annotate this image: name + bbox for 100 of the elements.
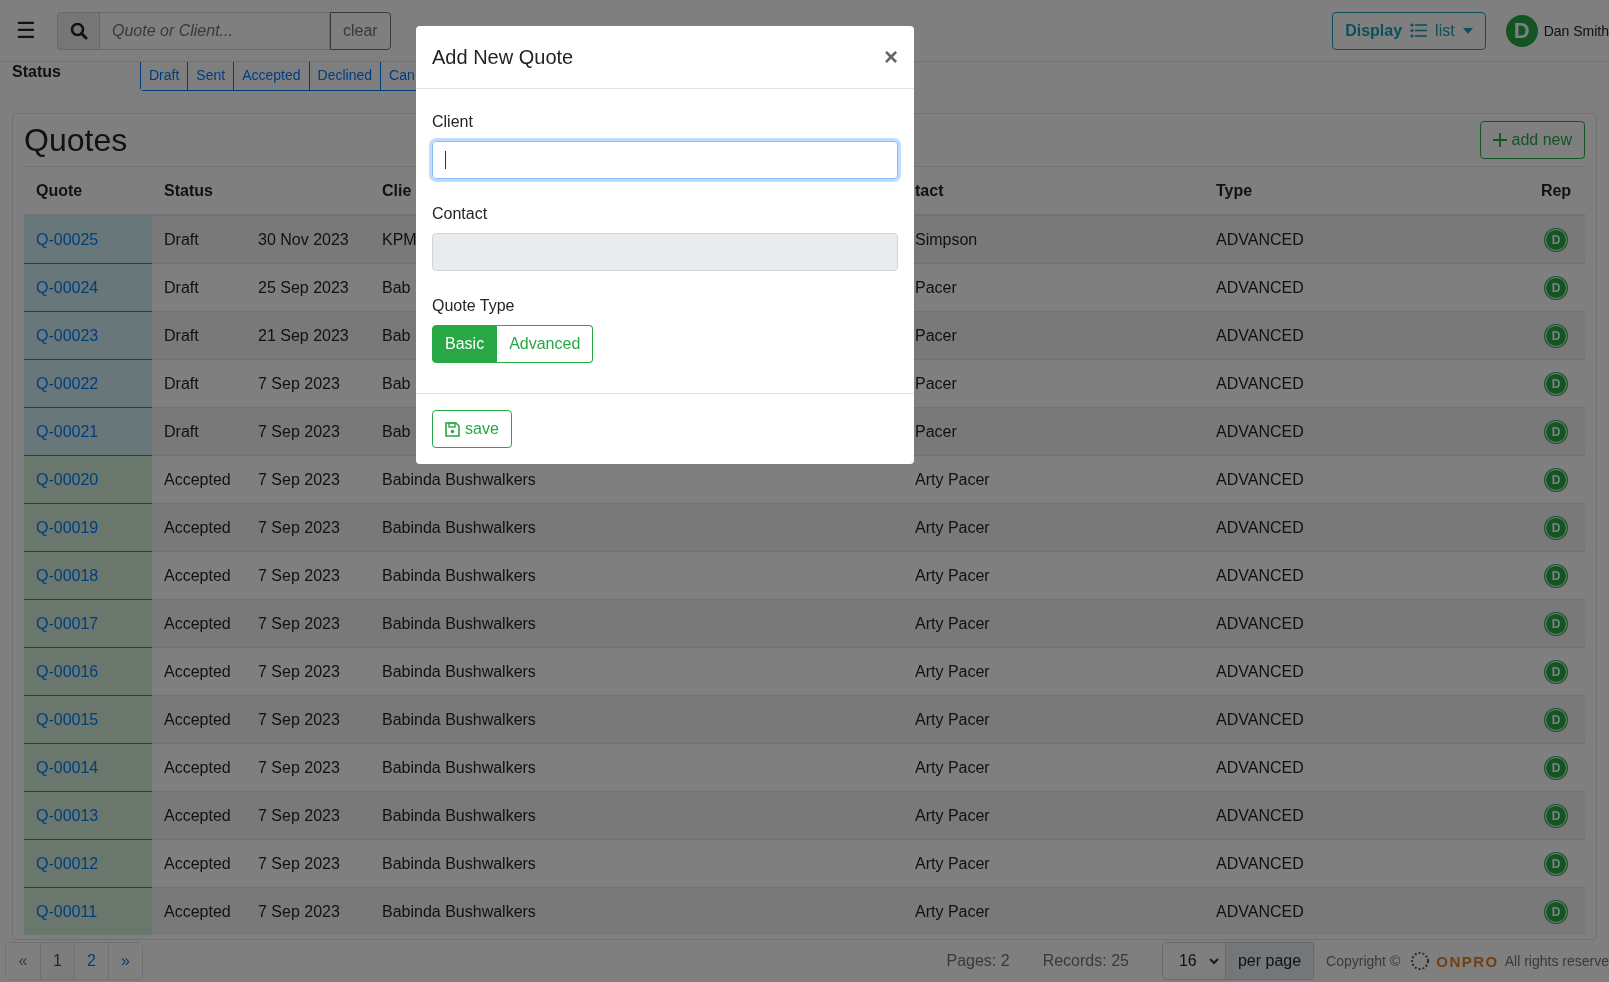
search-icon[interactable] <box>69 21 88 40</box>
table-cell: Simpson <box>915 230 978 248</box>
add-new-button[interactable]: add new <box>1479 121 1585 159</box>
table-cell: ADVANCED <box>1216 902 1304 920</box>
table-cell: Bab <box>382 374 411 392</box>
table-cell: Draft <box>164 422 199 440</box>
quote-link[interactable]: Q-00015 <box>36 710 99 728</box>
table-cell: Arty Pacer <box>915 710 990 728</box>
caret-icon <box>1462 27 1473 34</box>
field-label: Quote Type <box>432 297 515 315</box>
pages-count: Pages: 2 <box>946 952 1010 970</box>
table-cell: ADVANCED <box>1216 806 1304 824</box>
table-cell: Accepted <box>164 758 231 776</box>
column-header: Rep <box>1540 181 1572 199</box>
table-cell: Babinda Bushwalkers <box>382 470 536 488</box>
table-cell: Bab <box>382 326 411 344</box>
table-cell: Pacer <box>915 422 957 440</box>
page-link[interactable]: » <box>108 943 142 979</box>
quote-link[interactable]: Q-00021 <box>36 422 99 440</box>
table-cell: Arty Pacer <box>915 566 990 584</box>
rep-avatar: D <box>1545 276 1567 299</box>
quote-link[interactable]: Q-00018 <box>36 566 99 584</box>
table-cell: Babinda Bushwalkers <box>382 662 536 680</box>
table-cell: Babinda Bushwalkers <box>382 758 536 776</box>
table-cell: Arty Pacer <box>915 518 990 536</box>
table-cell: Accepted <box>164 710 231 728</box>
rep-avatar: D <box>1545 372 1567 395</box>
per-page-label: per page <box>1225 942 1315 980</box>
table-cell: 21 Sep 2023 <box>258 326 349 344</box>
quote-link[interactable]: Q-00016 <box>36 662 99 680</box>
table-cell: 7 Sep 2023 <box>258 902 340 920</box>
close-button[interactable]: × <box>884 43 898 71</box>
brand-name: ONPRO <box>1436 952 1499 970</box>
table-cell: Accepted <box>164 662 231 680</box>
save-button[interactable]: save <box>432 410 512 448</box>
rep-avatar: D <box>1545 804 1567 827</box>
table-cell: Pacer <box>915 278 957 296</box>
quote-link[interactable]: Q-00013 <box>36 806 99 824</box>
quote-link[interactable]: Q-00024 <box>36 278 99 296</box>
quote-link[interactable]: Q-00019 <box>36 518 99 536</box>
spinner-logo-icon <box>1410 951 1431 971</box>
table-cell: 7 Sep 2023 <box>258 374 340 392</box>
rep-avatar: D <box>1545 900 1567 923</box>
column-header: Clie <box>382 181 412 199</box>
table-cell: 7 Sep 2023 <box>258 422 340 440</box>
quote-link[interactable]: Q-00011 <box>36 902 98 920</box>
rep-avatar: D <box>1545 660 1567 683</box>
user-avatar[interactable]: D <box>1505 14 1538 47</box>
search-field[interactable]: Quote or Client... <box>99 11 330 50</box>
table-cell: KPM <box>382 230 417 248</box>
table-cell: ADVANCED <box>1216 566 1304 584</box>
display-dropdown[interactable]: Display list <box>1332 11 1486 50</box>
quote-link[interactable]: Q-00017 <box>36 614 99 632</box>
table-cell: 7 Sep 2023 <box>258 518 340 536</box>
menu-icon[interactable]: ☰ <box>16 17 46 44</box>
table-cell: 7 Sep 2023 <box>258 566 340 584</box>
table-cell: ADVANCED <box>1216 470 1304 488</box>
quote-link[interactable]: Q-00025 <box>36 230 99 248</box>
quote-link[interactable]: Q-00023 <box>36 326 99 344</box>
quote-link[interactable]: Q-00014 <box>36 758 99 776</box>
rep-avatar: D <box>1545 468 1567 491</box>
quote-type-option[interactable]: Advanced <box>497 325 594 363</box>
table-cell: ADVANCED <box>1216 662 1304 680</box>
table-cell: 25 Sep 2023 <box>258 278 349 296</box>
rep-avatar: D <box>1545 420 1567 443</box>
rights-text: All rights reserve <box>1504 953 1609 969</box>
clear-button[interactable]: clear <box>330 11 391 50</box>
input-field[interactable] <box>432 141 898 179</box>
column-header: Status <box>164 181 213 199</box>
quote-link[interactable]: Q-00022 <box>36 374 99 392</box>
quote-link[interactable]: Q-00012 <box>36 854 99 872</box>
card-title: Quotes <box>24 121 128 159</box>
rep-avatar: D <box>1545 852 1567 875</box>
quote-type-option[interactable]: Basic <box>432 325 498 363</box>
table-cell: ADVANCED <box>1216 710 1304 728</box>
table-cell: 7 Sep 2023 <box>258 470 340 488</box>
table-cell: 7 Sep 2023 <box>258 662 340 680</box>
records-count: Records: 25 <box>1042 952 1129 970</box>
table-cell: Draft <box>164 326 199 344</box>
table-cell: Draft <box>164 374 199 392</box>
field-label: Contact <box>432 205 488 223</box>
table-cell: Pacer <box>915 326 957 344</box>
table-cell: ADVANCED <box>1216 278 1304 296</box>
plus-icon <box>1492 133 1507 147</box>
column-header: Quote <box>36 181 83 199</box>
table-cell: Accepted <box>164 518 231 536</box>
table-cell: Pacer <box>915 374 957 392</box>
rep-avatar: D <box>1545 516 1567 539</box>
column-header: tact <box>915 181 944 199</box>
quote-link[interactable]: Q-00020 <box>36 470 99 488</box>
table-cell: ADVANCED <box>1216 374 1304 392</box>
table-cell: Bab <box>382 278 411 296</box>
per-page-select[interactable]: 16 <box>1161 942 1226 980</box>
table-cell: ADVANCED <box>1216 518 1304 536</box>
table-cell: Accepted <box>164 470 231 488</box>
user-name[interactable]: Dan Smith <box>1543 22 1609 39</box>
rep-avatar: D <box>1545 324 1567 347</box>
status-label: Status <box>12 63 62 81</box>
table-cell: Accepted <box>164 902 231 920</box>
table-cell: 7 Sep 2023 <box>258 806 340 824</box>
